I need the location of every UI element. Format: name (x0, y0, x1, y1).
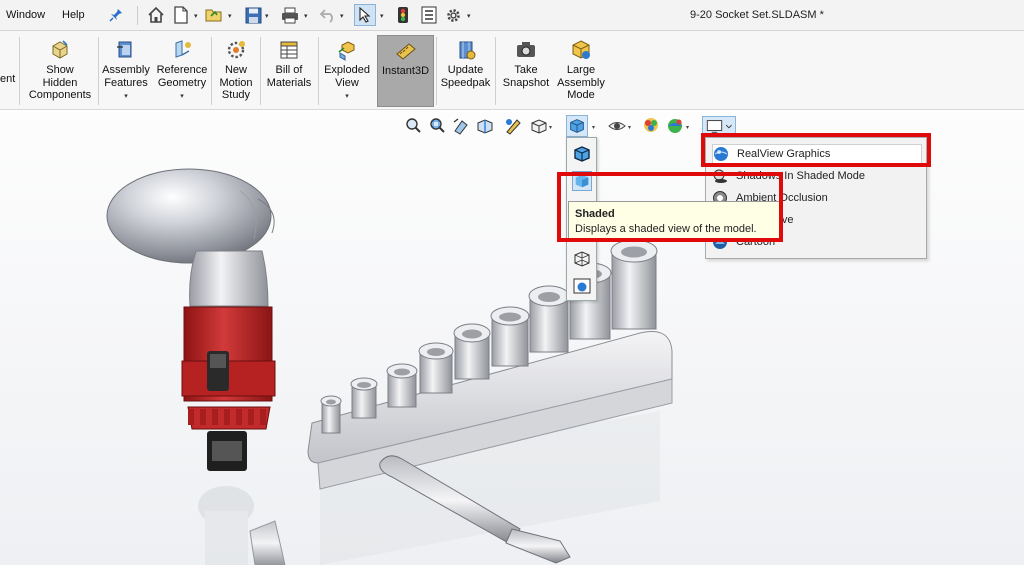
chevron-down-icon[interactable]: ▾ (467, 12, 471, 20)
hide-show-items-icon[interactable] (608, 117, 626, 135)
exploded-view-icon (336, 39, 358, 61)
gear-icon[interactable] (443, 5, 463, 25)
previous-view-icon[interactable] (452, 117, 470, 135)
new-motion-study-button[interactable]: New Motion Study (214, 35, 258, 107)
chevron-down-icon[interactable]: ▾ (340, 12, 344, 20)
command-label: Exploded View (324, 64, 370, 89)
chevron-down-icon[interactable]: ▾ (380, 12, 384, 20)
update-speedpak-button[interactable]: Update Speedpak (439, 35, 492, 107)
undo-icon[interactable] (318, 5, 338, 25)
bill-of-materials-button[interactable]: Bill of Materials (263, 35, 315, 107)
display-style-icon[interactable] (566, 115, 588, 137)
reference-geometry-icon (171, 39, 193, 61)
annotation-box-realview (701, 133, 931, 167)
chevron-down-icon[interactable]: ▾ (155, 91, 209, 104)
exploded-view-button[interactable]: Exploded View ▾ (321, 35, 373, 107)
chevron-down-icon[interactable]: ▾ (321, 91, 373, 104)
shaded-view-icon[interactable] (572, 276, 592, 296)
title-bar: Window Help ▾ ▾ ▾ ▾ ▾ ▾ ▾ 9-20 Socket Se… (0, 0, 1024, 31)
print-icon[interactable] (280, 5, 300, 25)
annotation-box-shaded (557, 172, 783, 242)
large-assembly-mode-icon (570, 39, 592, 61)
assembly-features-button[interactable]: Assembly Features ▾ (100, 35, 152, 107)
command-label: Take Snapshot (502, 64, 550, 89)
command-manager: ent Show Hidden Components Assembly Feat… (0, 31, 1024, 110)
dynamic-annotation-icon[interactable] (504, 117, 522, 135)
select-icon[interactable] (354, 4, 376, 26)
command-label: Large Assembly Mode (557, 64, 605, 101)
instant3d-icon (395, 40, 417, 62)
instant3d-button[interactable]: Instant3D (377, 35, 434, 107)
take-snapshot-button[interactable]: Take Snapshot (499, 35, 553, 107)
edit-appearance-icon[interactable] (642, 117, 660, 135)
camera-icon (515, 39, 537, 61)
chevron-down-icon[interactable]: ▾ (686, 124, 689, 131)
chevron-down-icon[interactable]: ▾ (304, 12, 308, 20)
document-title: 9-20 Socket Set.SLDASM * (690, 9, 824, 21)
wireframe-icon[interactable] (572, 249, 592, 269)
large-assembly-mode-button[interactable]: Large Assembly Mode (556, 35, 606, 107)
menu-help[interactable]: Help (62, 9, 85, 21)
open-folder-icon[interactable] (204, 5, 224, 25)
apply-scene-icon[interactable] (666, 117, 684, 135)
rebuild-traffic-light-icon[interactable] (393, 5, 413, 25)
chevron-down-icon[interactable]: ▾ (549, 124, 552, 131)
chevron-down-icon[interactable]: ▾ (592, 124, 595, 131)
command-label: New Motion Study (219, 64, 253, 101)
show-hidden-components-icon (49, 39, 71, 61)
menu-window[interactable]: Window (6, 9, 45, 21)
bill-of-materials-icon (278, 39, 300, 61)
section-view-icon[interactable] (476, 117, 494, 135)
command-label: Reference Geometry (156, 64, 208, 89)
speedpak-icon (455, 39, 477, 61)
new-document-icon[interactable] (171, 5, 191, 25)
chevron-down-icon[interactable]: ▾ (228, 12, 232, 20)
command-label: Show Hidden Components (28, 64, 92, 101)
reference-geometry-button[interactable]: Reference Geometry ▾ (155, 35, 209, 107)
graphics-area[interactable]: ▾ ▾ ▾ ▾ RealView Graphics Shadows In Sha… (0, 111, 1024, 565)
command-label: Assembly Features (102, 64, 150, 89)
show-hidden-components-button[interactable]: Show Hidden Components (24, 35, 96, 107)
pin-icon[interactable] (106, 5, 126, 25)
chevron-down-icon[interactable]: ▾ (194, 12, 198, 20)
command-label: Update Speedpak (440, 64, 491, 89)
chevron-down-icon[interactable]: ▾ (628, 124, 631, 131)
view-orientation-icon[interactable] (530, 117, 548, 135)
command-label: Bill of Materials (266, 64, 312, 89)
home-icon[interactable] (146, 5, 166, 25)
shaded-with-edges-icon[interactable] (572, 144, 592, 164)
motion-study-icon (225, 39, 247, 61)
assembly-features-icon (115, 39, 137, 61)
chevron-down-icon[interactable]: ▾ (265, 12, 269, 20)
zoom-to-fit-icon[interactable] (404, 117, 422, 135)
file-properties-icon[interactable] (419, 5, 439, 25)
save-icon[interactable] (243, 5, 263, 25)
command-label: Instant3D (381, 65, 430, 77)
zoom-to-area-icon[interactable] (428, 117, 446, 135)
chevron-down-icon[interactable]: ▾ (100, 91, 152, 104)
